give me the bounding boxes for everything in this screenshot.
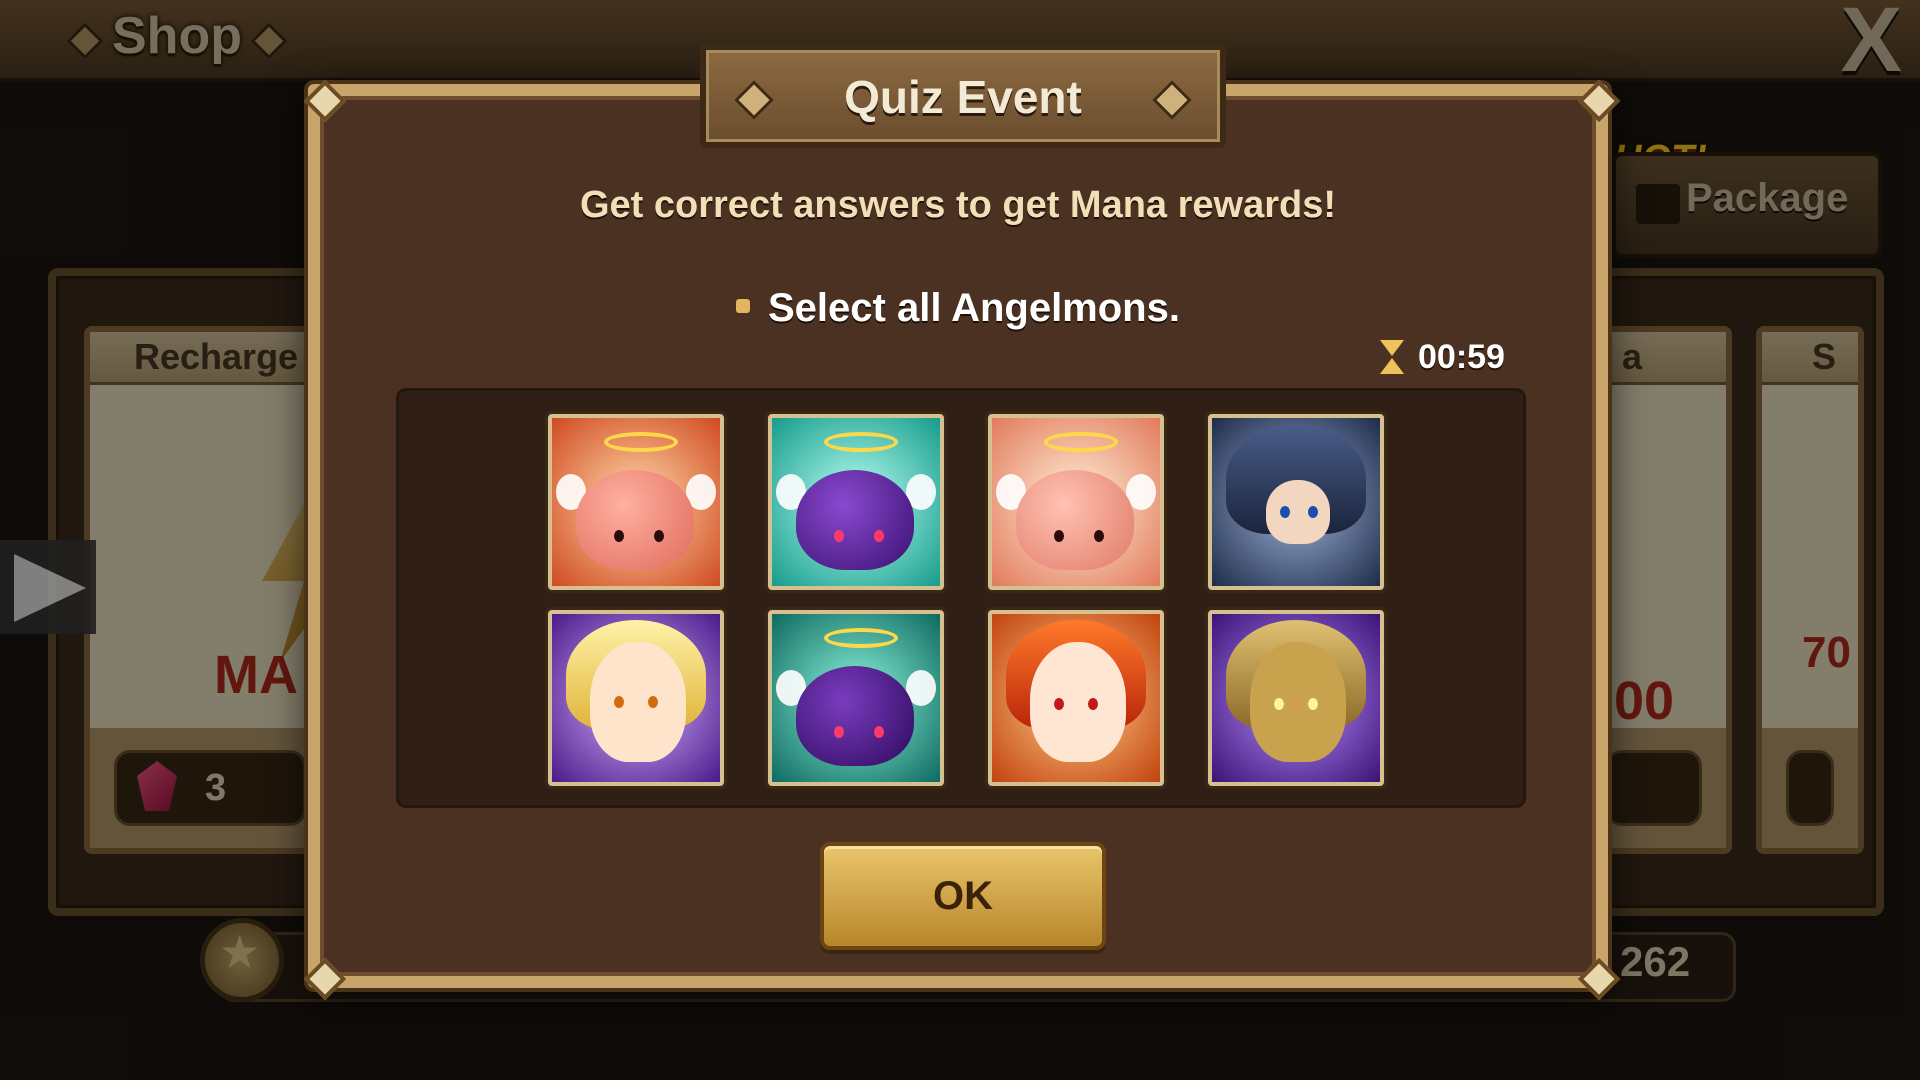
eye: [1088, 698, 1098, 710]
monster-tile-8[interactable]: [1208, 610, 1384, 786]
eye: [1308, 698, 1318, 710]
monster-tile-6[interactable]: [768, 610, 944, 786]
countdown-timer: 00:59: [1380, 334, 1505, 377]
monster-tile-2[interactable]: [768, 414, 944, 590]
halo-icon: [824, 628, 898, 648]
gold-imp-face: [1250, 642, 1346, 762]
halo-icon: [604, 432, 678, 452]
monster-tile-4[interactable]: [1208, 414, 1384, 590]
eye: [1054, 530, 1064, 542]
eye: [1308, 506, 1318, 518]
monster-tile-1[interactable]: [548, 414, 724, 590]
ok-button[interactable]: OK: [820, 842, 1106, 950]
halo-icon: [1044, 432, 1118, 452]
eye: [614, 696, 624, 708]
modal-title: Quiz Event: [844, 71, 1082, 123]
dark-knight-face: [1266, 480, 1330, 544]
eye: [1054, 698, 1064, 710]
eye: [648, 696, 658, 708]
eye: [614, 530, 624, 542]
monster-tile-7[interactable]: [988, 610, 1164, 786]
eye: [1274, 698, 1284, 710]
title-plate: Quiz Event: [700, 44, 1226, 148]
eye: [834, 530, 844, 542]
fire-girl-face: [1030, 642, 1126, 762]
quiz-instructions: Get correct answers to get Mana rewards!: [579, 184, 1337, 226]
halo-icon: [824, 432, 898, 452]
angelmon-fire-portrait: [576, 470, 694, 570]
eye: [874, 530, 884, 542]
angelmon-dark-portrait: [796, 666, 914, 766]
eye: [834, 726, 844, 738]
eye: [654, 530, 664, 542]
eye: [1280, 506, 1290, 518]
bullet-icon: [736, 299, 750, 314]
hourglass-icon: [1380, 340, 1404, 374]
angelmon-dark-portrait: [796, 470, 914, 570]
monster-tile-5[interactable]: [548, 610, 724, 786]
timer-value: 00:59: [1418, 338, 1505, 376]
light-fairy-face: [590, 642, 686, 762]
angelmon-fire-portrait: [1016, 470, 1134, 570]
quiz-question: Select all Angelmons.: [308, 286, 1608, 331]
quiz-question-text: Select all Angelmons.: [768, 286, 1180, 330]
eye: [874, 726, 884, 738]
monster-tile-3[interactable]: [988, 414, 1164, 590]
eye: [1094, 530, 1104, 542]
